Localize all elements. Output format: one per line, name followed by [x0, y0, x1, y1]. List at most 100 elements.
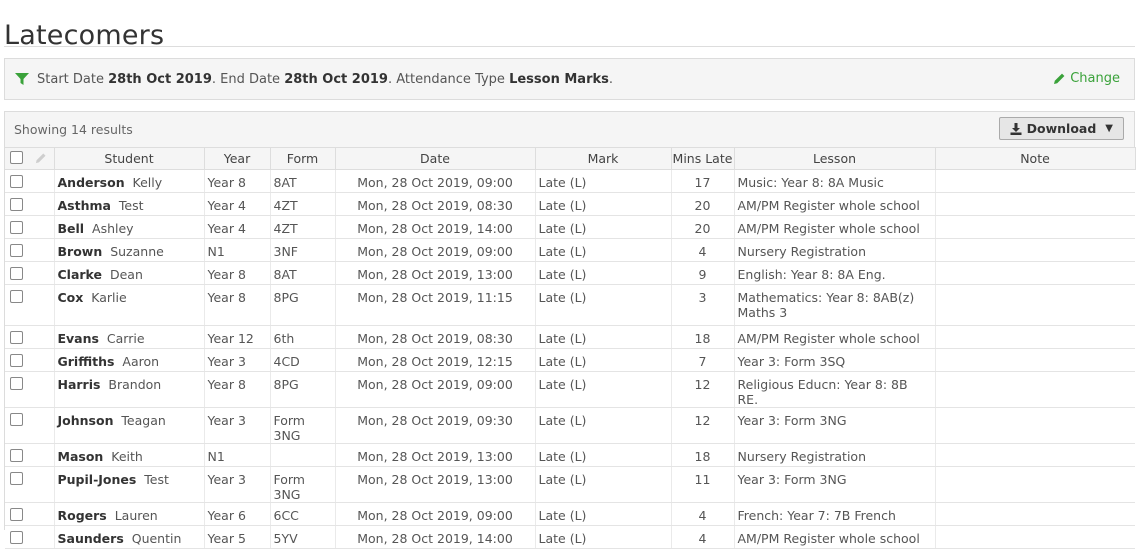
student-cell[interactable]: Evans Carrie	[54, 326, 204, 349]
student-cell[interactable]: Bell Ashley	[54, 216, 204, 239]
table-row[interactable]: Anderson KellyYear 88ATMon, 28 Oct 2019,…	[5, 170, 1135, 193]
table-row[interactable]: Asthma TestYear 44ZTMon, 28 Oct 2019, 08…	[5, 193, 1135, 216]
student-cell[interactable]: Mason Keith	[54, 444, 204, 467]
row-checkbox[interactable]	[10, 354, 23, 367]
end-date-label: . End Date	[212, 72, 280, 87]
student-forename: Suzanne	[110, 244, 164, 259]
column-header-mark[interactable]: Mark	[535, 148, 671, 170]
table-row[interactable]: Rogers LaurenYear 66CCMon, 28 Oct 2019, …	[5, 503, 1135, 526]
row-checkbox[interactable]	[10, 449, 23, 462]
year-cell: Year 8	[204, 170, 270, 193]
row-select-cell	[5, 216, 54, 239]
student-cell[interactable]: Anderson Kelly	[54, 170, 204, 193]
select-all-checkbox[interactable]	[10, 151, 23, 164]
student-surname: Johnson	[58, 413, 114, 428]
year-cell: Year 3	[204, 349, 270, 372]
student-cell[interactable]: Clarke Dean	[54, 262, 204, 285]
note-cell[interactable]	[935, 170, 1135, 193]
table-header-row: Student Year Form Date Mark Mins Late Le…	[5, 148, 1135, 170]
note-cell[interactable]	[935, 408, 1135, 444]
note-cell[interactable]	[935, 262, 1135, 285]
table-row[interactable]: Saunders QuentinYear 55YVMon, 28 Oct 201…	[5, 526, 1135, 549]
table-row[interactable]: Pupil-Jones TestYear 3Form 3NGMon, 28 Oc…	[5, 467, 1135, 503]
column-header-date[interactable]: Date	[335, 148, 535, 170]
start-date-label: Start Date	[37, 72, 104, 87]
note-cell[interactable]	[935, 467, 1135, 503]
table-row[interactable]: Cox KarlieYear 88PGMon, 28 Oct 2019, 11:…	[5, 285, 1135, 326]
form-cell: 8AT	[270, 262, 335, 285]
row-select-cell	[5, 408, 54, 444]
row-checkbox[interactable]	[10, 290, 23, 303]
row-checkbox[interactable]	[10, 508, 23, 521]
row-checkbox[interactable]	[10, 175, 23, 188]
caret-down-icon: ▼	[1105, 123, 1113, 134]
note-cell[interactable]	[935, 526, 1135, 549]
year-cell: Year 4	[204, 193, 270, 216]
note-cell[interactable]	[935, 239, 1135, 262]
page-title: Latecomers	[4, 18, 164, 54]
row-checkbox[interactable]	[10, 198, 23, 211]
table-row[interactable]: Clarke DeanYear 88ATMon, 28 Oct 2019, 13…	[5, 262, 1135, 285]
table-row[interactable]: Bell AshleyYear 44ZTMon, 28 Oct 2019, 14…	[5, 216, 1135, 239]
note-cell[interactable]	[935, 349, 1135, 372]
student-cell[interactable]: Harris Brandon	[54, 372, 204, 408]
download-icon	[1010, 123, 1022, 135]
column-header-mins-late[interactable]: Mins Late	[671, 148, 734, 170]
download-button[interactable]: Download ▼	[999, 117, 1124, 140]
row-checkbox[interactable]	[10, 413, 23, 426]
row-checkbox[interactable]	[10, 331, 23, 344]
row-checkbox[interactable]	[10, 377, 23, 390]
student-cell[interactable]: Pupil-Jones Test	[54, 467, 204, 503]
note-cell[interactable]	[935, 326, 1135, 349]
end-date-value: 28th Oct 2019	[284, 72, 388, 87]
year-cell: Year 4	[204, 216, 270, 239]
form-cell: 8AT	[270, 170, 335, 193]
note-cell[interactable]	[935, 285, 1135, 326]
student-cell[interactable]: Johnson Teagan	[54, 408, 204, 444]
edit-icon[interactable]	[35, 152, 47, 164]
year-cell: Year 12	[204, 326, 270, 349]
column-header-form[interactable]: Form	[270, 148, 335, 170]
table-row[interactable]: Evans CarrieYear 126thMon, 28 Oct 2019, …	[5, 326, 1135, 349]
row-checkbox[interactable]	[10, 267, 23, 280]
form-cell: 3NF	[270, 239, 335, 262]
note-cell[interactable]	[935, 193, 1135, 216]
date-cell: Mon, 28 Oct 2019, 09:00	[335, 372, 535, 408]
row-checkbox[interactable]	[10, 221, 23, 234]
column-header-year[interactable]: Year	[204, 148, 270, 170]
column-header-note[interactable]: Note	[935, 148, 1135, 170]
mark-cell: Late (L)	[535, 372, 671, 408]
student-cell[interactable]: Griffiths Aaron	[54, 349, 204, 372]
note-cell[interactable]	[935, 444, 1135, 467]
row-checkbox[interactable]	[10, 244, 23, 257]
note-cell[interactable]	[935, 216, 1135, 239]
table-row[interactable]: Griffiths AaronYear 34CDMon, 28 Oct 2019…	[5, 349, 1135, 372]
student-forename: Test	[119, 198, 144, 213]
student-cell[interactable]: Rogers Lauren	[54, 503, 204, 526]
student-cell[interactable]: Asthma Test	[54, 193, 204, 216]
student-surname: Harris	[58, 377, 101, 392]
table-row[interactable]: Harris BrandonYear 88PGMon, 28 Oct 2019,…	[5, 372, 1135, 408]
table-row[interactable]: Brown SuzanneN13NFMon, 28 Oct 2019, 09:0…	[5, 239, 1135, 262]
mins-late-cell: 3	[671, 285, 734, 326]
year-cell: N1	[204, 239, 270, 262]
student-forename: Ashley	[92, 221, 134, 236]
row-checkbox[interactable]	[10, 531, 23, 544]
table-row[interactable]: Mason KeithN1Mon, 28 Oct 2019, 13:00Late…	[5, 444, 1135, 467]
student-cell[interactable]: Cox Karlie	[54, 285, 204, 326]
note-cell[interactable]	[935, 503, 1135, 526]
form-cell: Form 3NG	[270, 408, 335, 444]
column-header-student[interactable]: Student	[54, 148, 204, 170]
student-cell[interactable]: Saunders Quentin	[54, 526, 204, 549]
change-filter-link[interactable]: Change	[1053, 71, 1120, 86]
form-cell: 8PG	[270, 372, 335, 408]
student-forename: Karlie	[91, 290, 126, 305]
student-surname: Evans	[58, 331, 99, 346]
column-header-lesson[interactable]: Lesson	[734, 148, 935, 170]
student-cell[interactable]: Brown Suzanne	[54, 239, 204, 262]
student-surname: Cox	[58, 290, 84, 305]
row-checkbox[interactable]	[10, 472, 23, 485]
mins-late-cell: 12	[671, 408, 734, 444]
table-row[interactable]: Johnson TeaganYear 3Form 3NGMon, 28 Oct …	[5, 408, 1135, 444]
note-cell[interactable]	[935, 372, 1135, 408]
